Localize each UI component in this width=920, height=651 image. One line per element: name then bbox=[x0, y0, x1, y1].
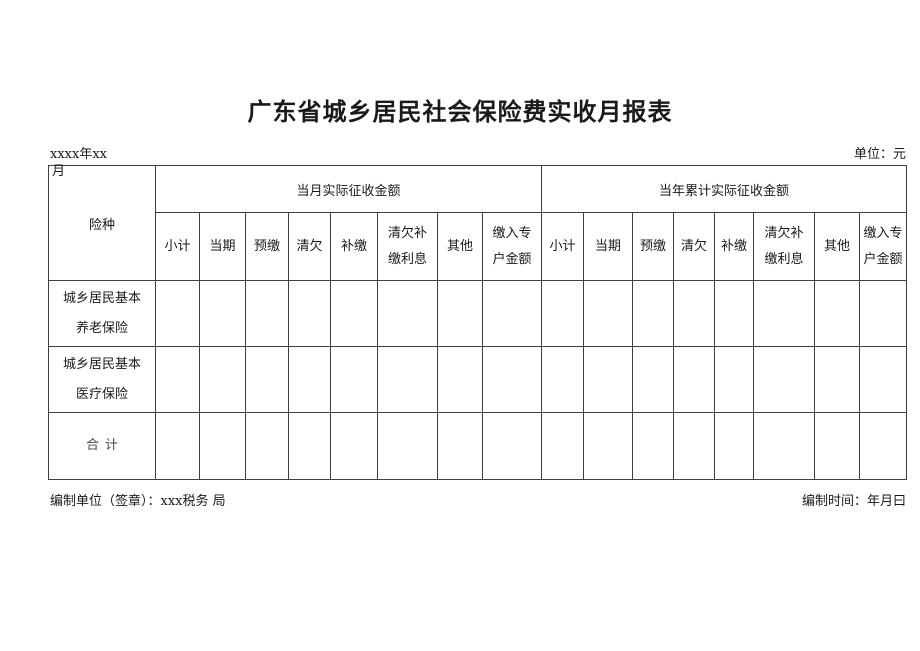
cell[interactable] bbox=[673, 346, 716, 413]
column-group-current-month: 当月实际征收金额 bbox=[154, 165, 543, 213]
cell[interactable] bbox=[481, 346, 543, 413]
column-header-month-subtotal: 小计 bbox=[155, 212, 200, 281]
cell[interactable] bbox=[541, 346, 585, 413]
report-period: xxxx年xx bbox=[50, 145, 210, 164]
report-table-wrapper: 险种 当月实际征收金额 当年累计实际征收金额 小计 当期 预缴 清欠 补缴 清欠… bbox=[48, 165, 908, 480]
cell[interactable] bbox=[859, 280, 908, 347]
report-period-month-overflow: 月 bbox=[52, 164, 66, 179]
row-label-medical: 城乡居民基本 医疗保险 bbox=[48, 346, 156, 413]
cell[interactable] bbox=[330, 412, 378, 480]
cell[interactable] bbox=[814, 346, 861, 413]
report-table: 险种 当月实际征收金额 当年累计实际征收金额 小计 当期 预缴 清欠 补缴 清欠… bbox=[48, 165, 908, 480]
column-header-month-prepaid: 预缴 bbox=[245, 212, 289, 281]
cell[interactable] bbox=[288, 280, 331, 347]
prepared-time: 编制时间：年月曰 bbox=[801, 494, 906, 509]
cell[interactable] bbox=[481, 412, 543, 480]
page-title: 广东省城乡居民社会保险费实收月报表 bbox=[247, 97, 673, 126]
cell[interactable] bbox=[632, 346, 675, 413]
column-header-month-current: 当期 bbox=[199, 212, 246, 281]
column-header-ytd-special-account: 缴入专 户金额 bbox=[859, 212, 908, 281]
cell[interactable] bbox=[245, 346, 289, 413]
table-row: 合计 bbox=[48, 412, 908, 480]
table-header-group-row: 险种 当月实际征收金额 当年累计实际征收金额 bbox=[48, 165, 908, 281]
table-row: 城乡居民基本 养老保险 bbox=[48, 280, 908, 347]
cell[interactable] bbox=[541, 412, 585, 480]
column-header-month-special-account: 缴入专 户金额 bbox=[481, 212, 543, 281]
cell[interactable] bbox=[377, 346, 438, 413]
row-label-pension: 城乡居民基本 养老保险 bbox=[48, 280, 156, 347]
cell[interactable] bbox=[330, 280, 378, 347]
cell[interactable] bbox=[632, 280, 675, 347]
cell[interactable] bbox=[288, 412, 331, 480]
column-header-ytd-subtotal: 小计 bbox=[541, 212, 585, 281]
prepared-by-line2: 局 bbox=[212, 494, 226, 509]
row-label-total: 合计 bbox=[48, 412, 156, 480]
cell[interactable] bbox=[199, 412, 246, 480]
cell[interactable] bbox=[199, 280, 246, 347]
cell[interactable] bbox=[377, 280, 438, 347]
column-header-month-supplementary: 补缴 bbox=[330, 212, 378, 281]
column-header-risk-type: 险种 bbox=[48, 165, 156, 281]
cell[interactable] bbox=[714, 280, 755, 347]
cell[interactable] bbox=[245, 412, 289, 480]
cell[interactable] bbox=[753, 346, 816, 413]
column-header-month-arrears: 清欠 bbox=[288, 212, 331, 281]
cell[interactable] bbox=[814, 280, 861, 347]
cell[interactable] bbox=[859, 412, 908, 480]
cell[interactable] bbox=[437, 412, 483, 480]
cell[interactable] bbox=[583, 280, 634, 347]
cell[interactable] bbox=[714, 412, 755, 480]
column-header-month-arrears-interest: 清欠补 缴利息 bbox=[377, 212, 438, 281]
cell[interactable] bbox=[245, 280, 289, 347]
cell[interactable] bbox=[437, 280, 483, 347]
cell[interactable] bbox=[541, 280, 585, 347]
cell[interactable] bbox=[330, 346, 378, 413]
cell[interactable] bbox=[155, 346, 200, 413]
column-group-year-to-date: 当年累计实际征收金额 bbox=[541, 165, 908, 213]
cell[interactable] bbox=[753, 412, 816, 480]
column-header-month-other: 其他 bbox=[437, 212, 483, 281]
prepared-by: 编制单位（签章）：xxx税务 局 bbox=[50, 492, 250, 512]
column-header-ytd-arrears-interest: 清欠补 缴利息 bbox=[753, 212, 816, 281]
cell[interactable] bbox=[673, 280, 716, 347]
cell[interactable] bbox=[199, 346, 246, 413]
cell[interactable] bbox=[714, 346, 755, 413]
table-row: 城乡居民基本 医疗保险 bbox=[48, 346, 908, 413]
column-header-ytd-other: 其他 bbox=[814, 212, 861, 281]
cell[interactable] bbox=[753, 280, 816, 347]
unit-label: 单位：元 bbox=[853, 147, 906, 162]
report-period-text: xxxx年xx bbox=[50, 147, 107, 162]
cell[interactable] bbox=[481, 280, 543, 347]
cell[interactable] bbox=[632, 412, 675, 480]
cell[interactable] bbox=[155, 412, 200, 480]
cell[interactable] bbox=[583, 412, 634, 480]
cell[interactable] bbox=[377, 412, 438, 480]
cell[interactable] bbox=[155, 280, 200, 347]
cell[interactable] bbox=[814, 412, 861, 480]
cell[interactable] bbox=[583, 346, 634, 413]
document-page: 广东省城乡居民社会保险费实收月报表 xxxx年xx 单位：元 月 险种 当月实际… bbox=[0, 0, 920, 651]
column-header-ytd-prepaid: 预缴 bbox=[632, 212, 675, 281]
cell[interactable] bbox=[673, 412, 716, 480]
cell[interactable] bbox=[859, 346, 908, 413]
cell[interactable] bbox=[437, 346, 483, 413]
prepared-by-line1: 编制单位（签章）：xxx税务 bbox=[50, 494, 209, 509]
column-header-ytd-supplementary: 补缴 bbox=[714, 212, 755, 281]
column-header-ytd-current: 当期 bbox=[583, 212, 634, 281]
column-header-ytd-arrears: 清欠 bbox=[673, 212, 716, 281]
cell[interactable] bbox=[288, 346, 331, 413]
table-header-subcolumn-row: 小计 当期 预缴 清欠 补缴 清欠补 缴利息 其他 缴入专 户金额 小计 当期 … bbox=[49, 212, 908, 281]
